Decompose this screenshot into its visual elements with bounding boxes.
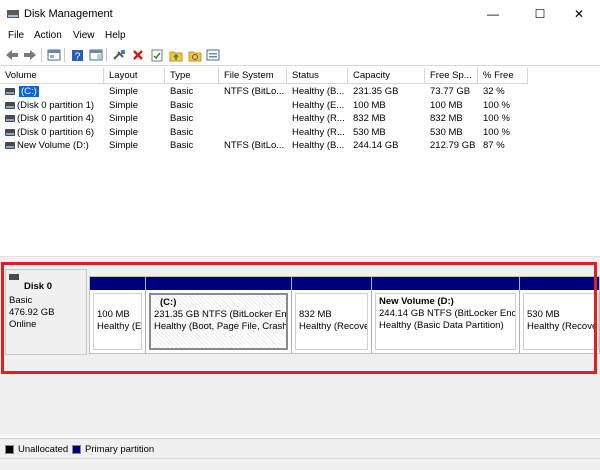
- column-file-system[interactable]: File System: [219, 68, 287, 84]
- column-free-space[interactable]: Free Sp...: [425, 68, 478, 84]
- volume-capacity: 832 MB: [353, 113, 386, 124]
- forward-arrow-icon[interactable]: [22, 47, 38, 63]
- volume-percent-free: 100 %: [483, 100, 510, 111]
- back-arrow-icon[interactable]: [4, 47, 20, 63]
- menu-help[interactable]: Help: [105, 30, 126, 41]
- console-tree-icon[interactable]: [46, 47, 62, 63]
- volume-type: Basic: [170, 127, 194, 138]
- volume-file-system: [219, 112, 287, 125]
- svg-text:?: ?: [74, 51, 80, 62]
- volume-free-space: 73.77 GB: [430, 86, 471, 97]
- volume-name: (C:): [19, 86, 39, 97]
- column-capacity[interactable]: Capacity: [348, 68, 425, 84]
- volume-free-space: 530 MB: [430, 127, 463, 138]
- column-status[interactable]: Status: [287, 68, 348, 84]
- volume-free-space: 832 MB: [430, 113, 463, 124]
- volume-layout: Simple: [109, 113, 139, 124]
- column-volume[interactable]: Volume: [0, 68, 104, 84]
- unallocated-swatch: [5, 445, 14, 454]
- volume-percent-free: 100 %: [483, 127, 510, 138]
- volume-file-system: [219, 126, 287, 139]
- volume-percent-free: 100 %: [483, 113, 510, 124]
- column-layout[interactable]: Layout: [104, 68, 165, 84]
- volume-capacity: 244.14 GB: [353, 140, 399, 151]
- volume-row-d[interactable]: New Volume (D:) Simple Basic NTFS (BitLo…: [0, 139, 600, 152]
- volume-layout: Simple: [109, 100, 139, 111]
- volume-capacity: 100 MB: [353, 100, 386, 111]
- volume-file-system: [219, 99, 287, 112]
- volume-row-partition-6[interactable]: (Disk 0 partition 6) Simple Basic Health…: [0, 126, 600, 139]
- volume-name: (Disk 0 partition 6): [17, 127, 95, 138]
- window-title: Disk Management: [24, 8, 113, 20]
- volume-status: Healthy (B...: [292, 86, 345, 97]
- title-bar: Disk Management — ☐ ✕: [0, 0, 600, 28]
- volume-name: New Volume (D:): [17, 140, 89, 151]
- highlight-annotation: [1, 262, 597, 374]
- settings-icon[interactable]: [205, 47, 221, 63]
- volume-status: Healthy (E...: [292, 100, 345, 111]
- properties-icon[interactable]: [88, 47, 104, 63]
- legend-unallocated: Unallocated: [18, 444, 69, 455]
- volume-list[interactable]: Volume Layout Type File System Status Ca…: [0, 68, 600, 256]
- volume-type: Basic: [170, 113, 194, 124]
- minimize-button[interactable]: —: [470, 0, 516, 28]
- volume-percent-free: 32 %: [483, 86, 505, 97]
- volume-type: Basic: [170, 100, 194, 111]
- volume-layout: Simple: [109, 86, 139, 97]
- volume-capacity: 231.35 GB: [353, 86, 399, 97]
- checklist-icon[interactable]: [149, 47, 165, 63]
- volume-type: Basic: [170, 140, 194, 151]
- primary-partition-swatch: [72, 445, 81, 454]
- menu-file[interactable]: File: [8, 30, 24, 41]
- volume-free-space: 212.79 GB: [430, 140, 476, 151]
- menu-action[interactable]: Action: [34, 30, 62, 41]
- volume-percent-free: 87 %: [483, 140, 505, 151]
- volume-capacity: 530 MB: [353, 127, 386, 138]
- menu-bar: File Action View Help: [0, 28, 600, 44]
- delete-icon[interactable]: [130, 47, 146, 63]
- volume-status: Healthy (R...: [292, 113, 345, 124]
- volume-row-partition-4[interactable]: (Disk 0 partition 4) Simple Basic Health…: [0, 112, 600, 125]
- volume-row-partition-1[interactable]: (Disk 0 partition 1) Simple Basic Health…: [0, 99, 600, 112]
- folder-search-icon[interactable]: [187, 47, 203, 63]
- status-bar: [0, 458, 600, 470]
- column-percent-free[interactable]: % Free: [478, 68, 528, 84]
- disk-management-icon: [7, 10, 19, 18]
- help-icon[interactable]: ?: [69, 47, 85, 63]
- legend-primary-partition: Primary partition: [85, 444, 155, 455]
- folder-up-icon[interactable]: [168, 47, 184, 63]
- volume-type: Basic: [170, 86, 194, 97]
- close-button[interactable]: ✕: [556, 0, 600, 28]
- volume-name: (Disk 0 partition 1): [17, 100, 95, 111]
- volume-file-system: NTFS (BitLo...: [224, 86, 285, 97]
- volume-status: Healthy (B...: [292, 140, 345, 151]
- volume-name: (Disk 0 partition 4): [17, 113, 95, 124]
- volume-row-c[interactable]: (C:) Simple Basic NTFS (BitLo... Healthy…: [0, 85, 600, 98]
- toolbar: ?: [0, 44, 600, 66]
- legend: Unallocated Primary partition: [0, 438, 600, 458]
- connect-icon[interactable]: [111, 47, 127, 63]
- volume-free-space: 100 MB: [430, 100, 463, 111]
- menu-view[interactable]: View: [73, 30, 95, 41]
- volume-status: Healthy (R...: [292, 127, 345, 138]
- volume-layout: Simple: [109, 127, 139, 138]
- volume-layout: Simple: [109, 140, 139, 151]
- volume-file-system: NTFS (BitLo...: [224, 140, 285, 151]
- column-type[interactable]: Type: [165, 68, 219, 84]
